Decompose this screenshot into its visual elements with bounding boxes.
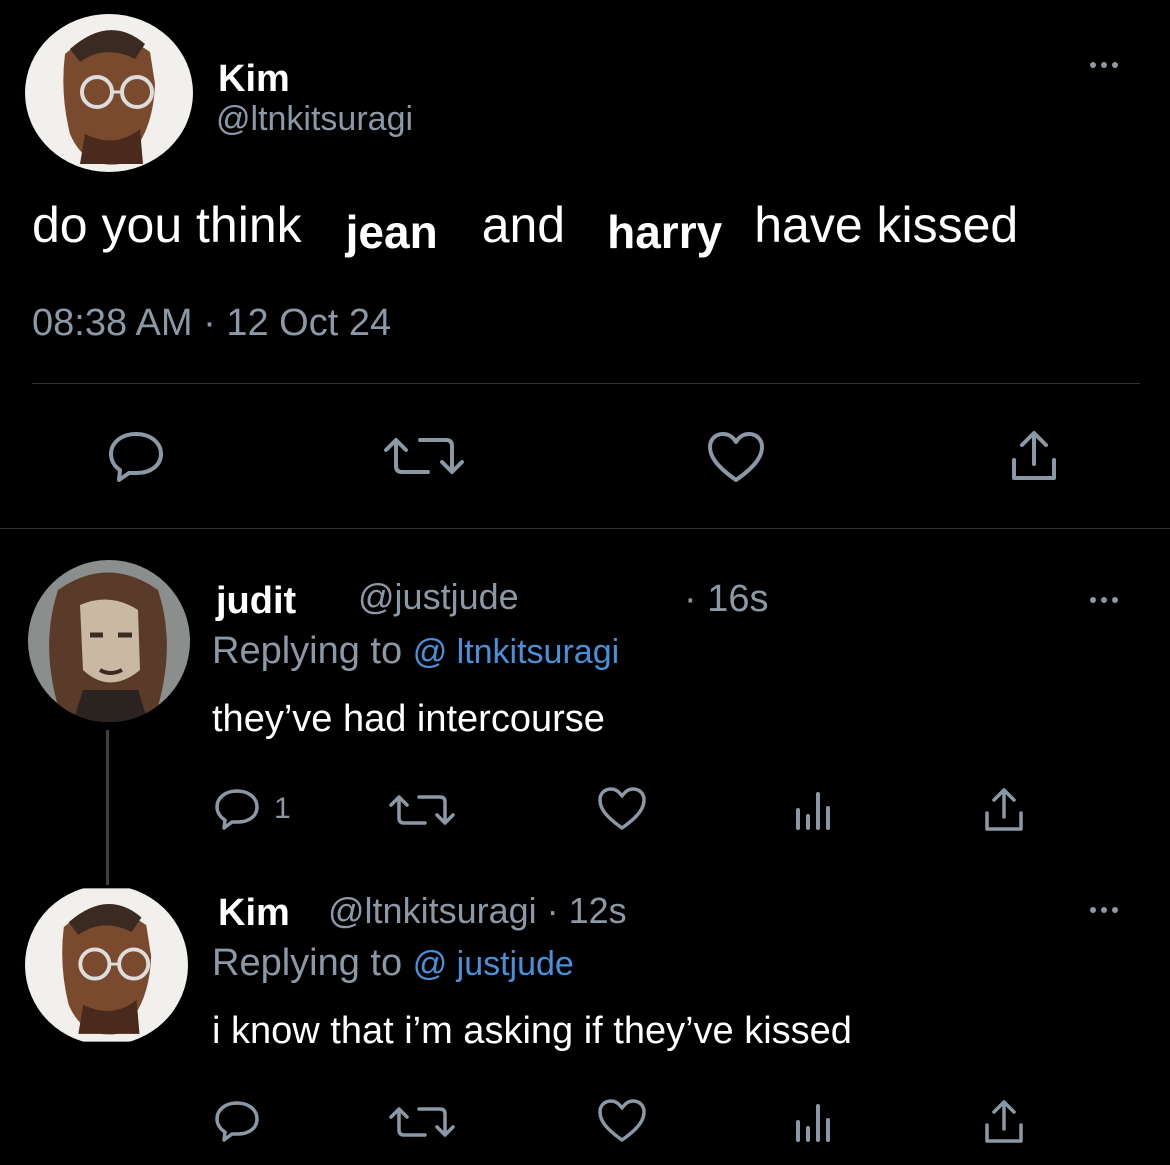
reply2-text: i know that i’m asking if they’ve kissed [212, 1010, 852, 1052]
reply-icon[interactable] [214, 788, 260, 830]
share-icon[interactable] [980, 786, 1028, 834]
replying-to-handle-link[interactable]: @ justjude [413, 945, 574, 983]
analytics-icon[interactable] [794, 790, 832, 830]
reply2-more-icon[interactable] [1090, 907, 1118, 913]
retweet-icon[interactable] [387, 790, 457, 830]
reply1-replying-to: Replying to @ ltnkitsuragi [212, 630, 619, 673]
main-tweet-text: do you think jean and harry have kissed [32, 196, 1019, 258]
avatar-kim-reply[interactable] [25, 885, 188, 1045]
main-timestamp[interactable]: 08:38 AM · 12 Oct 24 [32, 302, 391, 345]
like-icon[interactable] [597, 1098, 647, 1144]
replying-to-label: Replying to [212, 942, 403, 984]
analytics-icon[interactable] [794, 1102, 832, 1142]
tweet-text-part: do you think [32, 197, 302, 253]
main-author-name[interactable]: Kim [218, 58, 290, 101]
reply2-author-name[interactable]: Kim [218, 892, 290, 935]
tweet-text-part: jean [345, 206, 438, 258]
share-icon[interactable] [980, 1098, 1028, 1146]
like-icon[interactable] [597, 786, 647, 832]
tweet-text-part: harry [607, 206, 723, 258]
main-author-handle[interactable]: @ltnkitsuragi [216, 100, 413, 139]
reply-icon[interactable] [214, 1100, 260, 1142]
retweet-icon[interactable] [382, 432, 466, 480]
replying-to-handle-link[interactable]: @ ltnkitsuragi [413, 633, 619, 671]
avatar-judit[interactable] [28, 560, 190, 722]
main-more-icon[interactable] [1090, 62, 1118, 68]
reply1-more-icon[interactable] [1090, 597, 1118, 603]
thread-line [106, 730, 109, 885]
reply-icon[interactable] [107, 430, 165, 482]
reply1-text: they’ve had intercourse [212, 698, 605, 740]
divider [0, 528, 1170, 529]
share-icon[interactable] [1006, 428, 1062, 484]
avatar-kim-main[interactable] [25, 14, 193, 172]
reply2-author-handle[interactable]: @ltnkitsuragi · 12s [328, 890, 627, 932]
divider [32, 383, 1140, 384]
reply2-replying-to: Replying to @ justjude [212, 942, 574, 985]
tweet-text-part: and [481, 197, 566, 253]
tweet-text-part: have kissed [754, 197, 1019, 253]
reply1-time[interactable]: · 16s [684, 578, 768, 621]
like-icon[interactable] [706, 430, 766, 484]
replying-to-label: Replying to [212, 630, 403, 672]
reply1-author-handle[interactable]: @justjude [358, 576, 519, 618]
reply1-reply-count: 1 [274, 792, 291, 825]
reply1-author-name[interactable]: judit [216, 580, 296, 623]
retweet-icon[interactable] [387, 1102, 457, 1142]
